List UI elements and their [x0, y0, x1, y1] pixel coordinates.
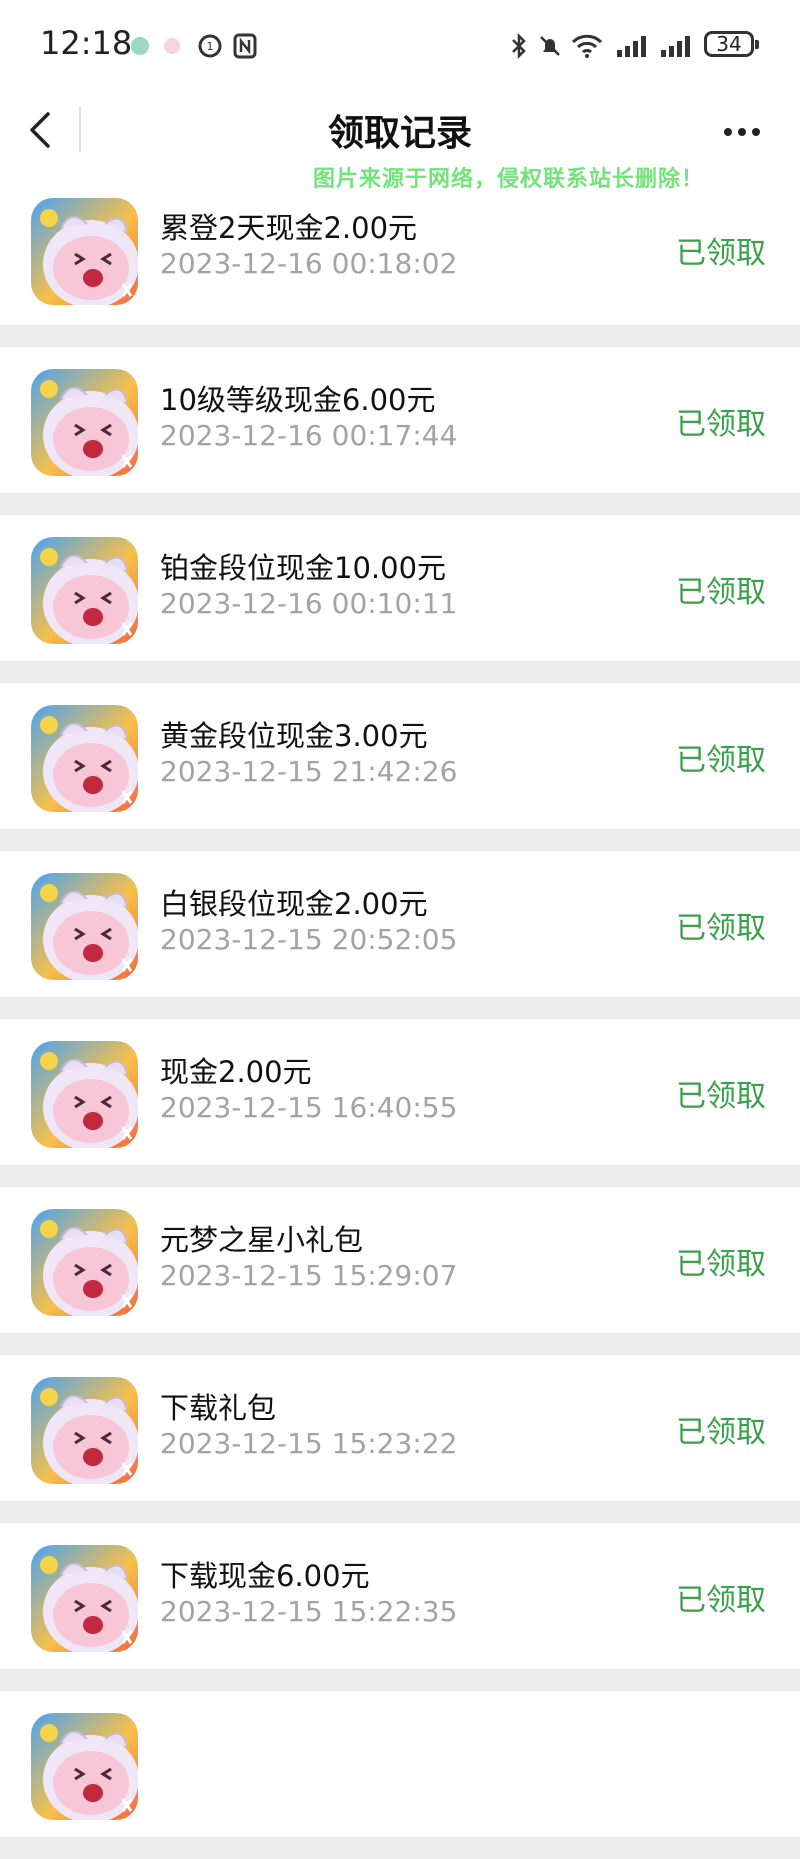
- record-name: 下载礼包: [160, 1391, 277, 1425]
- status-time: 12:18: [40, 24, 133, 62]
- record-row[interactable]: 现金2.00元 2023-12-15 16:40:55 已领取: [0, 1019, 800, 1165]
- more-button[interactable]: [722, 128, 762, 138]
- record-row[interactable]: 下载现金6.00元 2023-12-15 15:22:35 已领取: [0, 1523, 800, 1669]
- record-date: 2023-12-15 20:52:05: [160, 923, 458, 956]
- record-name: 10级等级现金6.00元: [160, 383, 436, 417]
- record-status: 已领取: [676, 1247, 766, 1282]
- record-date: 2023-12-16 00:18:02: [160, 247, 458, 280]
- record-date: 2023-12-15 16:40:55: [160, 1091, 458, 1124]
- record-name: 白银段位现金2.00元: [160, 887, 428, 921]
- wifi-icon: [570, 32, 604, 60]
- record-name: 黄金段位现金3.00元: [160, 719, 428, 753]
- status-bar: 12:18 1 34: [0, 0, 800, 92]
- record-date: 2023-12-16 00:10:11: [160, 587, 458, 620]
- record-row[interactable]: 元梦之星小礼包 2023-12-15 15:29:07 已领取: [0, 1187, 800, 1333]
- record-date: 2023-12-15 15:29:07: [160, 1259, 458, 1292]
- record-row[interactable]: 白银段位现金2.00元 2023-12-15 20:52:05 已领取: [0, 851, 800, 997]
- app-icon: [31, 873, 138, 980]
- record-name: 铂金段位现金10.00元: [160, 551, 447, 585]
- record-date: 2023-12-16 00:17:44: [160, 419, 458, 452]
- data-saver-icon: 1: [196, 32, 224, 60]
- app-icon: [31, 1713, 138, 1820]
- record-name: 累登2天现金2.00元: [160, 211, 418, 245]
- page-title: 领取记录: [327, 113, 472, 154]
- record-name: 元梦之星小礼包: [160, 1223, 364, 1257]
- record-name: 下载现金6.00元: [160, 1559, 370, 1593]
- signal-icon: [658, 32, 694, 60]
- nfc-icon: [232, 32, 258, 60]
- watermark-text: 图片来源于网络，侵权联系站长删除！: [313, 167, 705, 192]
- app-icon: [31, 1545, 138, 1652]
- svg-text:1: 1: [207, 40, 214, 53]
- mute-bell-icon: [536, 32, 564, 60]
- chat-bubble-icon: [128, 32, 152, 60]
- bluetooth-icon: [508, 32, 530, 60]
- pig-icon: [160, 32, 184, 60]
- record-status: 已领取: [676, 1583, 766, 1618]
- record-status: 已领取: [676, 236, 766, 271]
- record-status: 已领取: [676, 911, 766, 946]
- nav-bar: 领取记录: [0, 92, 800, 170]
- record-row[interactable]: 黄金段位现金3.00元 2023-12-15 21:42:26 已领取: [0, 683, 800, 829]
- record-date: 2023-12-15 21:42:26: [160, 755, 458, 788]
- app-icon: [31, 1377, 138, 1484]
- app-icon: [31, 1209, 138, 1316]
- record-status: 已领取: [676, 407, 766, 442]
- more-dots-icon: [724, 128, 732, 136]
- record-date: 2023-12-15 15:22:35: [160, 1595, 458, 1628]
- record-status: 已领取: [676, 1415, 766, 1450]
- record-status: 已领取: [676, 1079, 766, 1114]
- record-row[interactable]: 累登2天现金2.00元 2023-12-16 00:18:02 已领取: [0, 190, 800, 325]
- app-icon: [31, 369, 138, 476]
- record-status: 已领取: [676, 743, 766, 778]
- app-icon: [31, 705, 138, 812]
- records-list: 累登2天现金2.00元 2023-12-16 00:18:02 已领取 10级等级现金…: [0, 190, 800, 1859]
- battery-indicator: 34: [704, 31, 759, 57]
- record-row[interactable]: 下载礼包 2023-12-15 15:23:22 已领取: [0, 1355, 800, 1501]
- record-date: 2023-12-15 15:23:22: [160, 1427, 458, 1460]
- signal-icon: [614, 32, 650, 60]
- record-row[interactable]: [0, 1691, 800, 1837]
- record-status: 已领取: [676, 575, 766, 610]
- app-icon: [31, 1041, 138, 1148]
- record-row[interactable]: 铂金段位现金10.00元 2023-12-16 00:10:11 已领取: [0, 515, 800, 661]
- record-row[interactable]: 10级等级现金6.00元 2023-12-16 00:17:44 已领取: [0, 347, 800, 493]
- app-icon: [31, 198, 138, 305]
- record-name: 现金2.00元: [160, 1055, 312, 1089]
- app-icon: [31, 537, 138, 644]
